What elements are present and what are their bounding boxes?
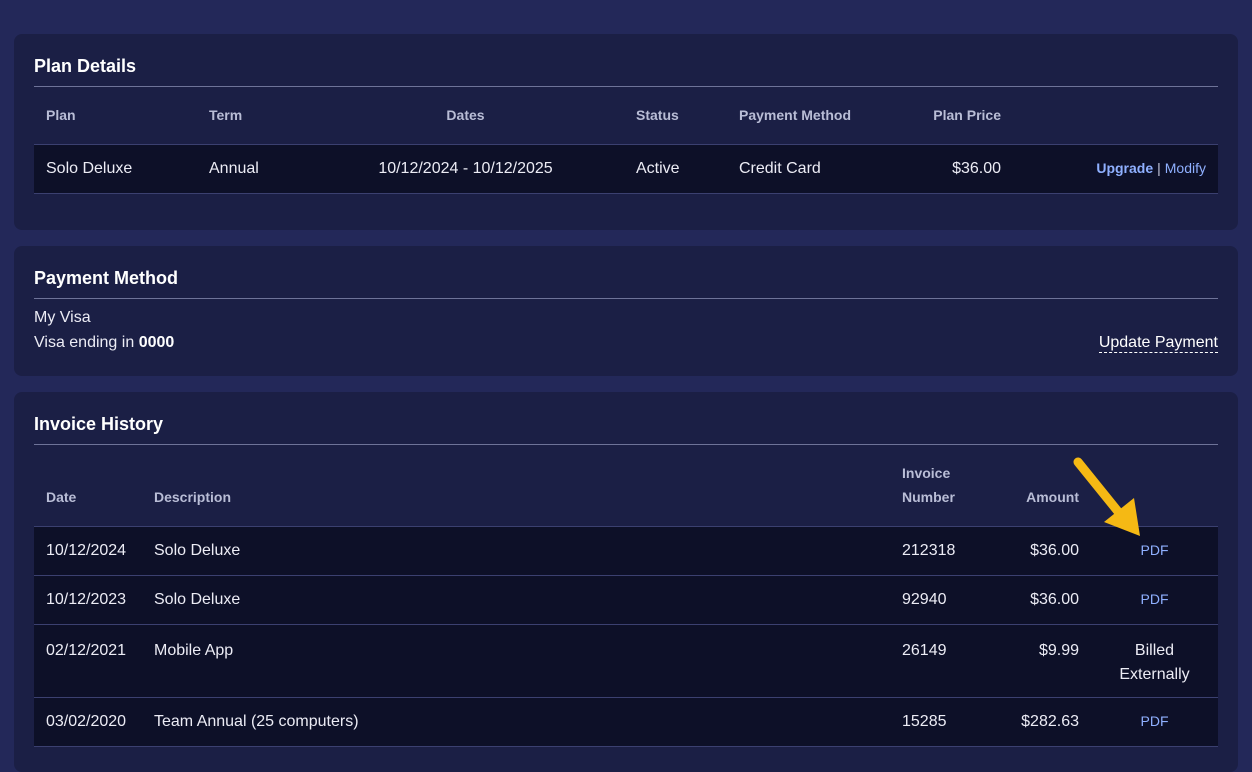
plan-price: $36.00 <box>952 159 1001 177</box>
plan-table: Plan Term Dates Status Payment Method Pl… <box>34 87 1218 194</box>
invoice-date: 03/02/2020 <box>46 712 127 730</box>
invoice-date: 10/12/2023 <box>46 590 127 608</box>
invoice-col-number-line2: Number <box>902 488 955 505</box>
invoice-number: 92940 <box>902 590 947 608</box>
invoice-col-number-line1: Invoice <box>902 464 951 481</box>
payment-ending-prefix: Visa ending in <box>34 334 135 351</box>
invoice-billed-externally: Billed Externally <box>1091 624 1218 697</box>
payment-card-name: My Visa <box>34 309 91 326</box>
invoice-number: 15285 <box>902 712 947 730</box>
plan-col-actions <box>1013 87 1218 144</box>
payment-method-card: Payment Method My Visa Visa ending in 00… <box>14 246 1238 376</box>
invoice-number: 26149 <box>902 641 947 659</box>
invoice-col-number: Invoice Number <box>890 445 982 526</box>
invoice-pdf-link[interactable]: PDF <box>1141 591 1169 607</box>
plan-details-card: Plan Details Plan Term Dates Status Paym… <box>14 34 1238 230</box>
table-row: 03/02/2020 Team Annual (25 computers) 15… <box>34 697 1218 746</box>
table-row: 02/12/2021 Mobile App 26149 $9.99 Billed… <box>34 624 1218 697</box>
invoice-col-description: Description <box>154 488 232 505</box>
plan-name: Solo Deluxe <box>46 159 133 177</box>
billed-line1: Billed <box>1134 641 1175 659</box>
invoice-date: 10/12/2024 <box>46 541 127 559</box>
modify-link[interactable]: Modify <box>1165 160 1206 176</box>
invoice-table: Date Description Invoice Number Amount 10… <box>34 445 1218 747</box>
plan-col-dates: Dates <box>446 107 485 124</box>
payment-method-title: Payment Method <box>34 246 1218 299</box>
plan-actions: Upgrade | Modify <box>1013 144 1218 193</box>
invoice-col-date: Date <box>46 488 77 505</box>
invoice-date: 02/12/2021 <box>46 641 127 659</box>
upgrade-link[interactable]: Upgrade <box>1096 160 1153 176</box>
billed-line2: Externally <box>1119 665 1190 683</box>
invoice-amount: $9.99 <box>1038 641 1079 659</box>
invoice-pdf-link[interactable]: PDF <box>1141 542 1169 558</box>
plan-details-title: Plan Details <box>34 34 1218 87</box>
plan-table-header: Plan Term Dates Status Payment Method Pl… <box>34 87 1218 144</box>
plan-payment-method: Credit Card <box>739 159 821 177</box>
invoice-number: 212318 <box>902 541 956 559</box>
arrow-pointer-icon <box>1073 457 1140 536</box>
plan-dates: 10/12/2024 - 10/12/2025 <box>378 159 553 177</box>
invoice-description: Mobile App <box>154 641 234 659</box>
invoice-description: Solo Deluxe <box>154 541 241 559</box>
plan-col-payment-method: Payment Method <box>739 107 852 124</box>
table-row: 10/12/2023 Solo Deluxe 92940 $36.00 PDF <box>34 575 1218 624</box>
plan-col-plan-price: Plan Price <box>933 107 1001 124</box>
invoice-history-title: Invoice History <box>34 392 1218 445</box>
plan-col-status: Status <box>636 107 679 124</box>
payment-card-ending: Visa ending in 0000 <box>34 334 174 352</box>
invoice-description: Solo Deluxe <box>154 590 241 608</box>
plan-status: Active <box>636 159 680 177</box>
action-separator: | <box>1157 159 1161 176</box>
invoice-amount: $282.63 <box>1021 712 1079 730</box>
invoice-table-header: Date Description Invoice Number Amount <box>34 445 1218 526</box>
invoice-description: Team Annual (25 computers) <box>154 712 359 730</box>
table-row: 10/12/2024 Solo Deluxe 212318 $36.00 PDF <box>34 526 1218 575</box>
plan-col-term: Term <box>209 107 243 124</box>
invoice-amount: $36.00 <box>1030 590 1079 608</box>
payment-ending-digits: 0000 <box>138 334 175 351</box>
update-payment-link[interactable]: Update Payment <box>1098 334 1218 353</box>
plan-col-plan: Plan <box>46 107 76 124</box>
invoice-history-card: Invoice History Date Description Invoice… <box>14 392 1238 772</box>
invoice-pdf-link[interactable]: PDF <box>1141 713 1169 729</box>
plan-term: Annual <box>209 159 259 177</box>
plan-row: Solo Deluxe Annual 10/12/2024 - 10/12/20… <box>34 144 1218 193</box>
